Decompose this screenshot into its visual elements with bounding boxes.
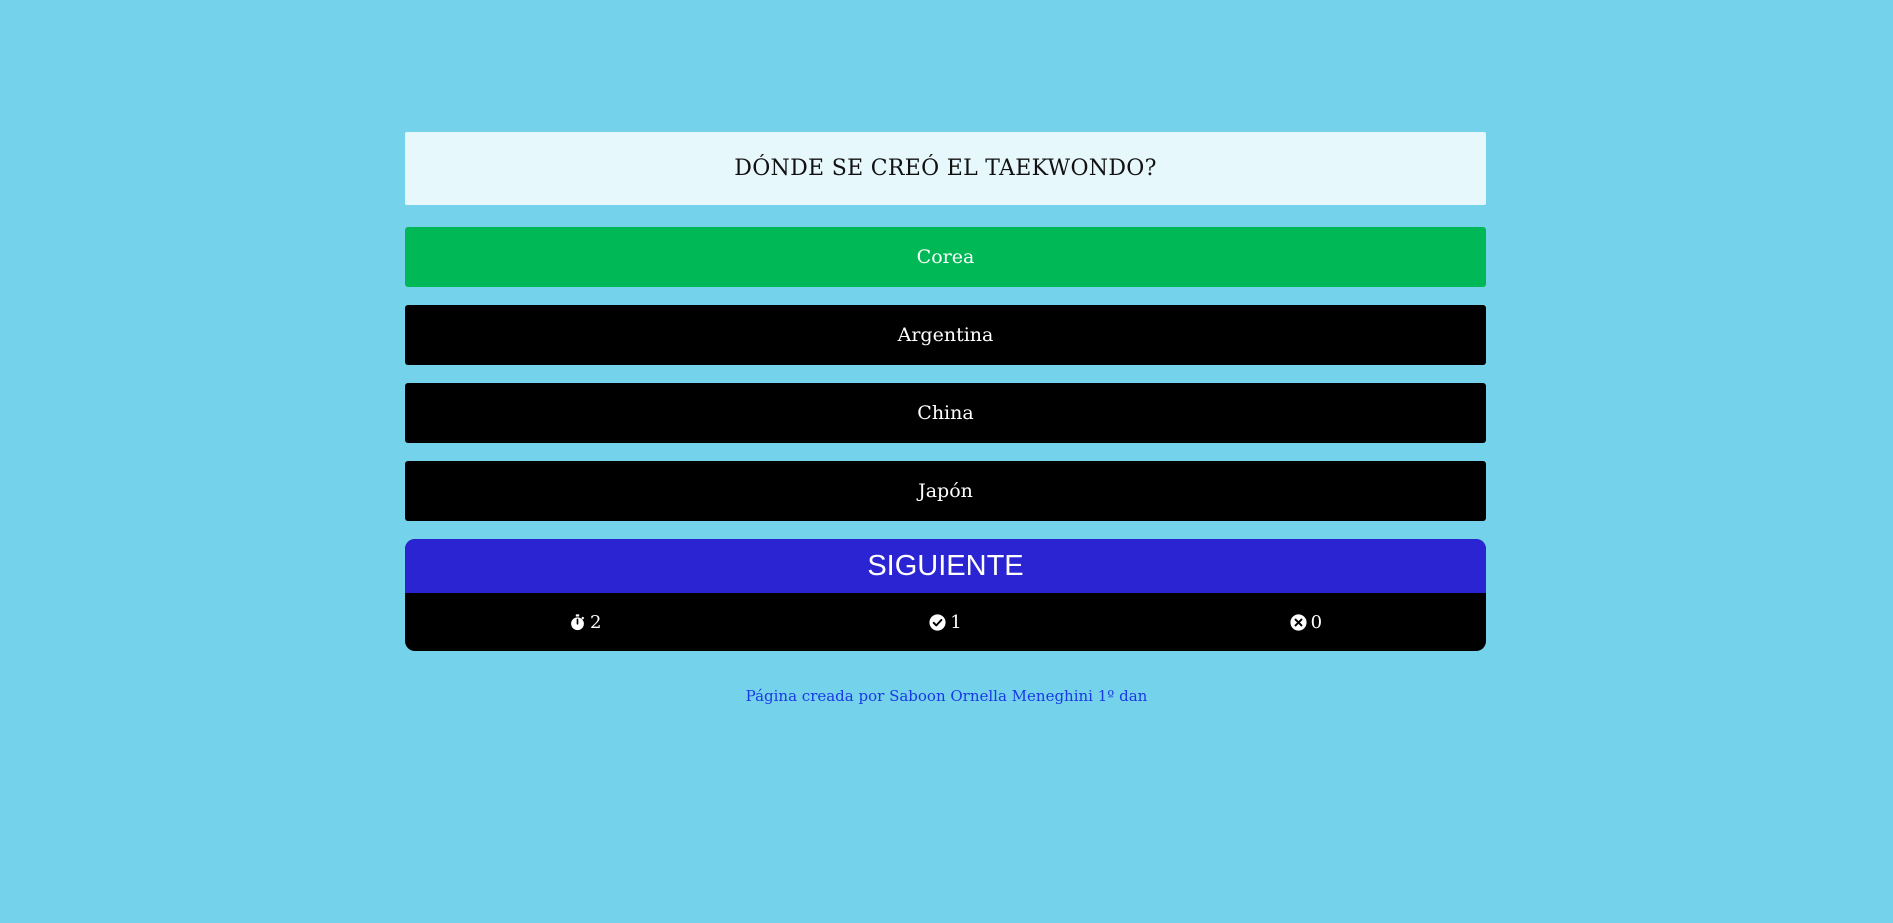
answer-option-japon[interactable]: Japón bbox=[405, 461, 1486, 521]
correct-count: 1 bbox=[950, 611, 962, 633]
control-panel: SIGUIENTE 2 1 0 bbox=[405, 539, 1486, 651]
stats-bar: 2 1 0 bbox=[405, 593, 1486, 651]
correct-stat: 1 bbox=[765, 612, 1125, 633]
quiz-container: DÓNDE SE CREÓ EL TAEKWONDO? Corea Argent… bbox=[405, 132, 1486, 651]
check-circle-icon bbox=[929, 613, 946, 631]
question-box: DÓNDE SE CREÓ EL TAEKWONDO? bbox=[405, 132, 1486, 205]
answer-option-china[interactable]: China bbox=[405, 383, 1486, 443]
stopwatch-icon bbox=[569, 613, 586, 631]
next-button[interactable]: SIGUIENTE bbox=[405, 539, 1486, 593]
timer-stat: 2 bbox=[405, 612, 765, 633]
footer-credit: Página creada por Saboon Ornella Meneghi… bbox=[0, 687, 1893, 705]
x-circle-icon bbox=[1290, 613, 1307, 631]
answer-label: Argentina bbox=[897, 324, 994, 346]
answer-option-corea[interactable]: Corea bbox=[405, 227, 1486, 287]
answer-label: China bbox=[917, 402, 974, 424]
footer-text: Página creada por Saboon Ornella Meneghi… bbox=[745, 687, 1148, 705]
answer-label: Corea bbox=[916, 246, 975, 268]
question-text: DÓNDE SE CREÓ EL TAEKWONDO? bbox=[734, 156, 1157, 181]
wrong-stat: 0 bbox=[1126, 612, 1486, 633]
timer-value: 2 bbox=[589, 611, 602, 633]
answer-option-argentina[interactable]: Argentina bbox=[405, 305, 1486, 365]
answer-list: Corea Argentina China Japón bbox=[405, 227, 1486, 521]
next-button-label: SIGUIENTE bbox=[867, 549, 1024, 582]
answer-label: Japón bbox=[918, 480, 973, 502]
wrong-count: 0 bbox=[1310, 611, 1323, 633]
